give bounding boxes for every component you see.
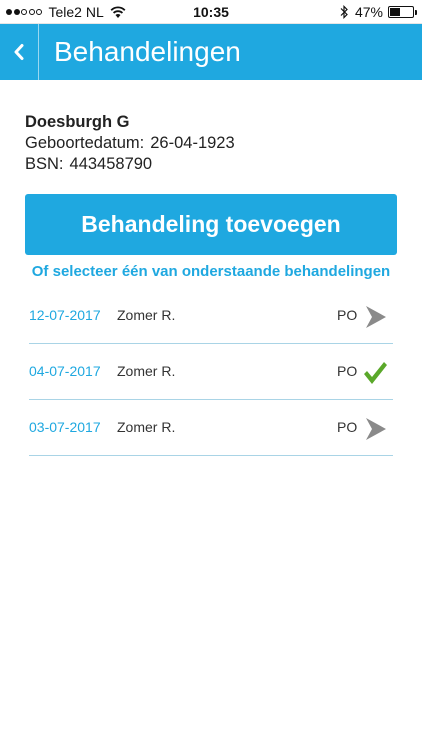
- bsn-row: BSN: 443458790: [25, 154, 235, 175]
- birth-date-row: Geboortedatum: 26-04-1923: [25, 133, 235, 154]
- app-header: Behandelingen: [0, 24, 422, 80]
- status-bar: Tele2 NL 10:35 47%: [0, 0, 422, 24]
- chevron-left-icon: [14, 44, 24, 60]
- battery-icon: [388, 6, 417, 18]
- treatment-type: PO: [337, 363, 358, 379]
- back-button[interactable]: [0, 24, 39, 80]
- bsn-label: BSN:: [25, 155, 64, 173]
- page-title: Behandelingen: [54, 36, 241, 67]
- status-right: 47%: [339, 4, 417, 20]
- treatment-practitioner: Zomer R.: [117, 307, 176, 323]
- bluetooth-icon: [340, 5, 348, 19]
- treatment-date: 12-07-2017: [29, 307, 101, 323]
- chevron-right-icon: [366, 418, 386, 440]
- treatment-practitioner: Zomer R.: [117, 363, 176, 379]
- list-item[interactable]: 12-07-2017 Zomer R. PO: [29, 288, 393, 344]
- chevron-right-icon: [366, 306, 386, 328]
- patient-info: Doesburgh G Geboortedatum: 26-04-1923 BSN…: [25, 112, 235, 175]
- treatment-practitioner: Zomer R.: [117, 419, 176, 435]
- patient-name: Doesburgh G: [25, 113, 130, 131]
- checkmark-icon: [364, 362, 387, 384]
- list-item[interactable]: 03-07-2017 Zomer R. PO: [29, 400, 393, 456]
- birth-date-label: Geboortedatum:: [25, 134, 145, 152]
- list-item[interactable]: 04-07-2017 Zomer R. PO: [29, 344, 393, 400]
- birth-date-value: 26-04-1923: [150, 134, 235, 152]
- add-treatment-button[interactable]: Behandeling toevoegen: [25, 194, 397, 255]
- treatment-type: PO: [337, 419, 358, 435]
- bsn-value: 443458790: [69, 155, 153, 173]
- battery-fill: [390, 8, 401, 16]
- treatment-type: PO: [337, 307, 358, 323]
- treatment-list: 12-07-2017 Zomer R. PO 04-07-2017 Zomer …: [29, 288, 393, 456]
- select-hint: Of selecteer één van onderstaande behand…: [31, 263, 391, 280]
- treatment-date: 03-07-2017: [29, 419, 101, 435]
- treatment-date: 04-07-2017: [29, 363, 101, 379]
- battery-percentage: 47%: [354, 4, 383, 20]
